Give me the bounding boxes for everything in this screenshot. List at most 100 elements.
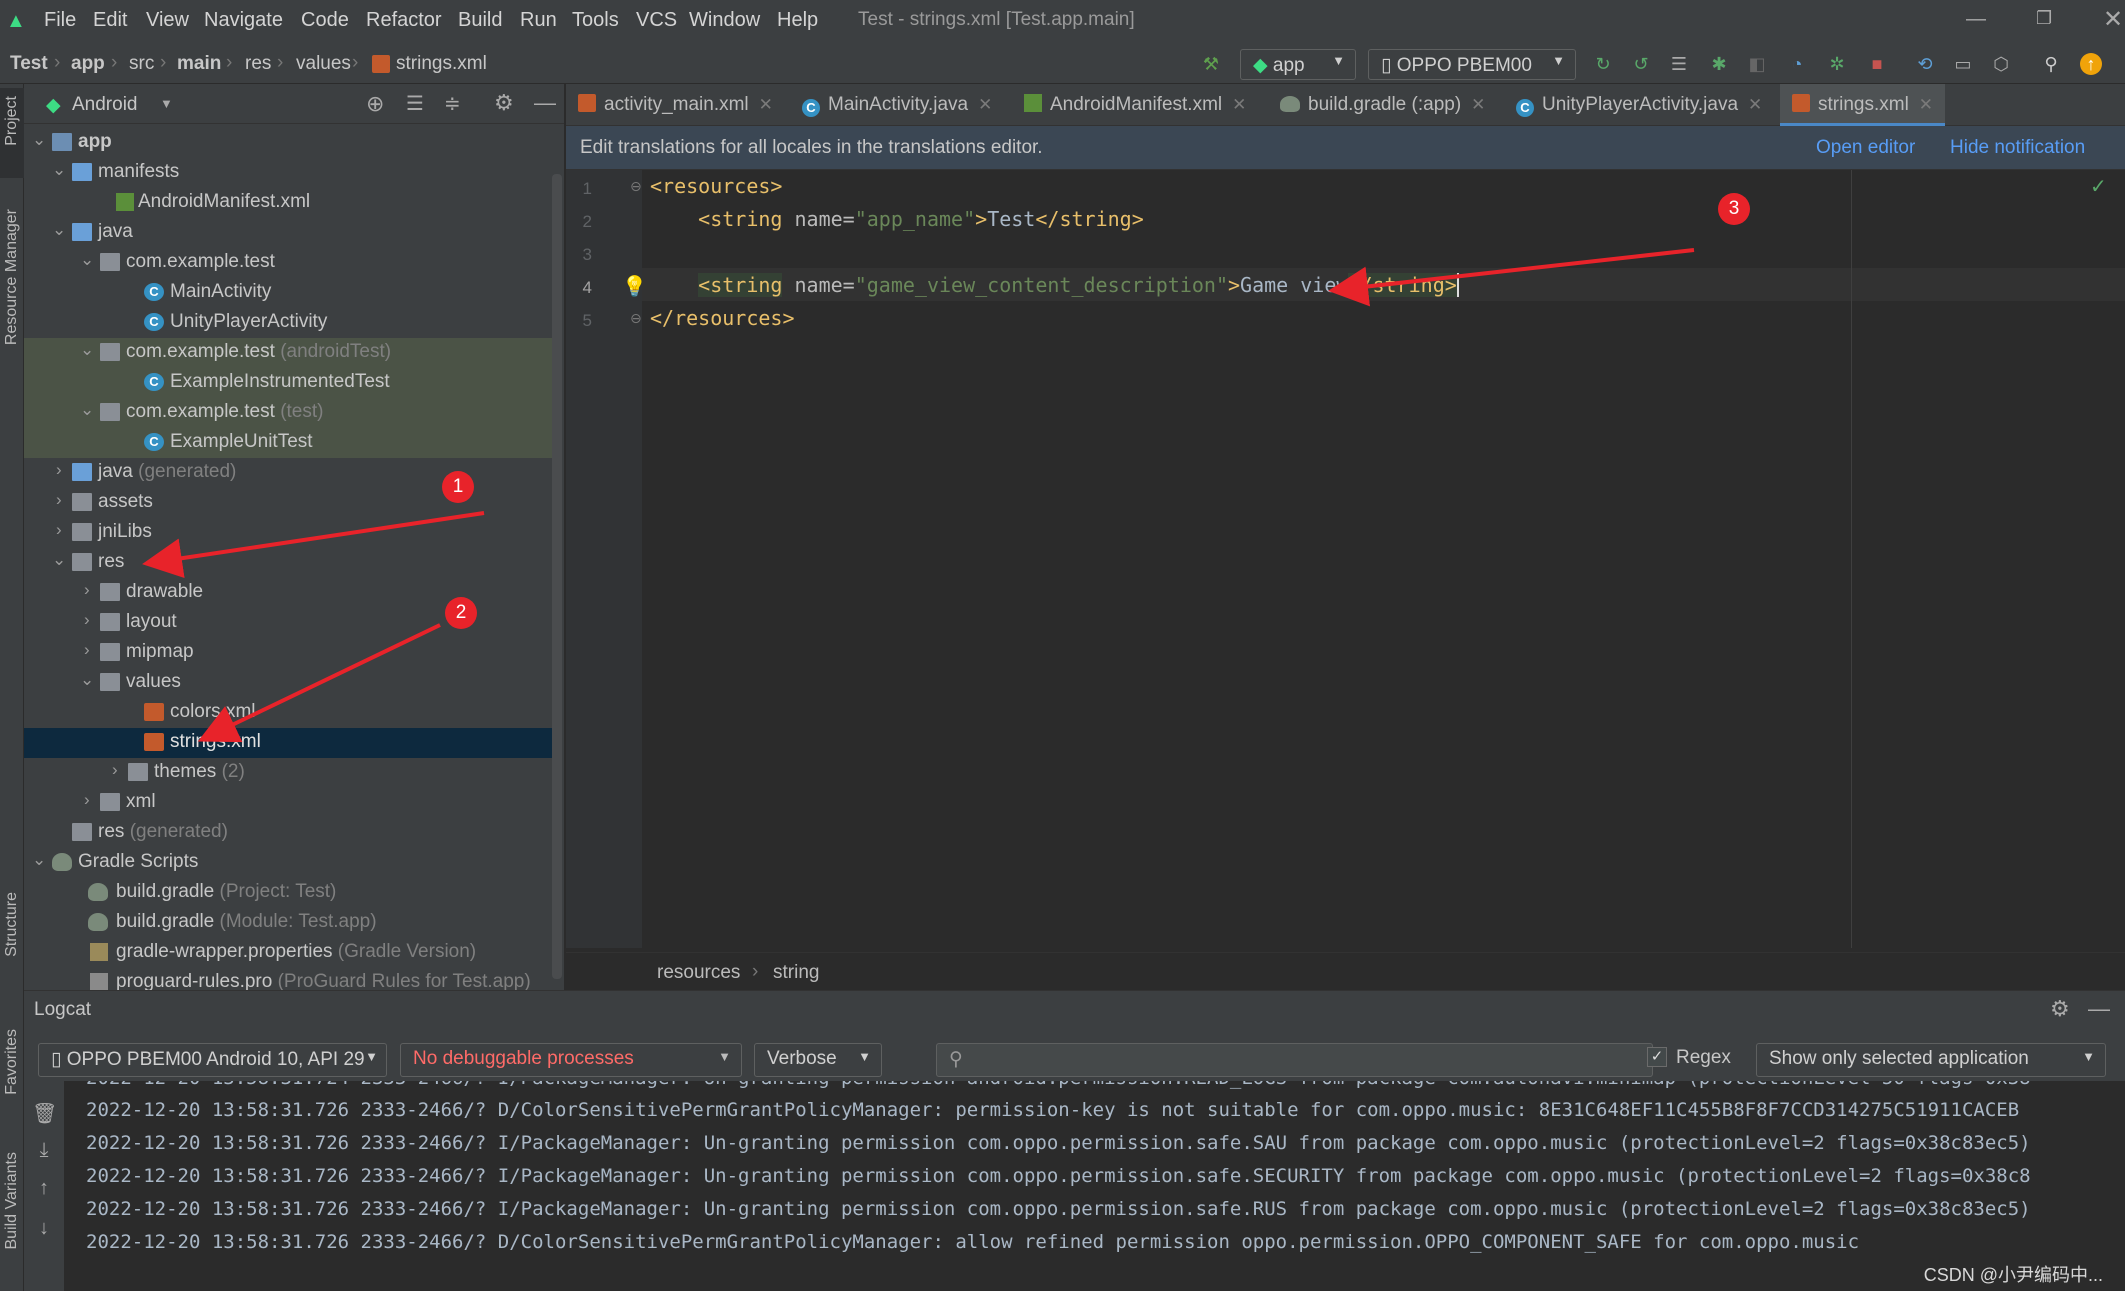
trash-icon[interactable]: 🗑 bbox=[32, 1101, 57, 1125]
fold-icon[interactable]: ⊖ bbox=[630, 178, 642, 195]
breadcrumb-resources[interactable]: resources bbox=[657, 962, 740, 984]
minimize-icon[interactable]: — bbox=[1966, 8, 1986, 31]
process-select[interactable]: No debuggable processes ▼ bbox=[400, 1043, 742, 1077]
chevron-right-icon[interactable]: › bbox=[56, 490, 70, 510]
menu-refactor[interactable]: Refactor bbox=[366, 9, 442, 32]
breadcrumb-string[interactable]: string bbox=[773, 962, 819, 984]
log-level-select[interactable]: Verbose ▼ bbox=[754, 1043, 882, 1077]
chevron-right-icon[interactable]: › bbox=[84, 790, 98, 810]
profiler-icon[interactable]: ◔ bbox=[1786, 53, 1808, 75]
menu-edit[interactable]: Edit bbox=[93, 9, 127, 32]
structure-tool-button[interactable]: Structure bbox=[3, 892, 21, 957]
tree-item-values[interactable]: ⌄ values bbox=[24, 668, 552, 698]
tree-item-androidmanifest[interactable]: AndroidManifest.xml bbox=[24, 188, 552, 218]
chevron-right-icon[interactable]: › bbox=[84, 640, 98, 660]
regex-checkbox[interactable]: ✓ bbox=[1647, 1047, 1667, 1067]
fold-icon[interactable]: ⊖ bbox=[630, 310, 642, 327]
tree-item-java[interactable]: ⌄ java bbox=[24, 218, 552, 248]
favorites-tool-button[interactable]: Favorites bbox=[3, 1029, 21, 1095]
menu-file[interactable]: File bbox=[44, 9, 76, 32]
coverage-icon[interactable]: ◧ bbox=[1746, 53, 1768, 75]
close-tab-icon[interactable]: ✕ bbox=[978, 95, 992, 114]
minimize-panel-icon[interactable]: — bbox=[2088, 996, 2110, 1022]
search-icon[interactable]: ⚲ bbox=[2040, 53, 2062, 75]
close-tab-icon[interactable]: ✕ bbox=[1919, 95, 1933, 114]
gear-icon[interactable]: ⚙ bbox=[2050, 996, 2070, 1022]
apply-code-changes-icon[interactable]: ↺ bbox=[1630, 53, 1652, 75]
attach-debugger-icon[interactable]: ✲ bbox=[1826, 53, 1848, 75]
arrow-down-icon[interactable]: ↓ bbox=[32, 1217, 56, 1241]
tab-strings-xml[interactable]: strings.xml ✕ bbox=[1780, 84, 1946, 126]
tree-item-jnilibs[interactable]: › jniLibs bbox=[24, 518, 552, 548]
tree-item-res-generated[interactable]: res (generated) bbox=[24, 818, 552, 848]
view-mode-select[interactable]: Android bbox=[72, 94, 138, 116]
hammer-build-icon[interactable]: ⚒ bbox=[1200, 53, 1222, 75]
chevron-right-icon[interactable]: › bbox=[84, 580, 98, 600]
avd-manager-icon[interactable]: ▭ bbox=[1952, 53, 1974, 75]
breadcrumb-main[interactable]: main bbox=[177, 53, 221, 75]
tab-build-gradle-app[interactable]: build.gradle (:app) ✕ bbox=[1280, 84, 1485, 126]
scroll-to-end-icon[interactable]: ⤓ bbox=[32, 1139, 56, 1163]
menu-build[interactable]: Build bbox=[458, 9, 502, 32]
project-scrollbar[interactable] bbox=[552, 174, 562, 979]
chevron-down-icon[interactable]: ⌄ bbox=[80, 340, 94, 360]
tree-item-gradle-scripts[interactable]: ⌄ Gradle Scripts bbox=[24, 848, 552, 878]
debug-icon[interactable]: ✱ bbox=[1708, 53, 1730, 75]
tree-item-package-androidtest[interactable]: ⌄ com.example.test (androidTest) bbox=[24, 338, 552, 368]
chevron-right-icon[interactable]: › bbox=[56, 460, 70, 480]
locate-icon[interactable]: ⊕ bbox=[366, 91, 384, 117]
chevron-right-icon[interactable]: › bbox=[84, 610, 98, 630]
chevron-down-icon[interactable]: ⌄ bbox=[52, 220, 66, 240]
tree-item-unityplayeractivity[interactable]: C UnityPlayerActivity bbox=[24, 308, 552, 338]
code-editor[interactable]: <resources> <string name="app_name">Test… bbox=[642, 170, 2125, 948]
chevron-right-icon[interactable]: › bbox=[112, 760, 126, 780]
tree-item-strings-xml[interactable]: strings.xml bbox=[24, 728, 552, 758]
menu-vcs[interactable]: VCS bbox=[636, 9, 677, 32]
chevron-down-icon[interactable]: ⌄ bbox=[52, 160, 66, 180]
apply-changes-icon[interactable]: ↻ bbox=[1592, 53, 1614, 75]
resource-manager-tool-button[interactable]: Resource Manager bbox=[3, 209, 21, 345]
logcat-device-select[interactable]: ▯ OPPO PBEM00 Android 10, API 29 ▼ bbox=[38, 1043, 387, 1077]
gear-icon[interactable]: ⚙ bbox=[494, 90, 514, 116]
breadcrumb-app[interactable]: app bbox=[71, 53, 105, 75]
update-icon[interactable]: ↑ bbox=[2080, 53, 2102, 75]
tree-item-build-gradle-project[interactable]: build.gradle (Project: Test) bbox=[24, 878, 552, 908]
chevron-down-icon[interactable]: ▼ bbox=[160, 96, 173, 111]
menu-run[interactable]: Run bbox=[520, 9, 557, 32]
run-list-icon[interactable]: ☰ bbox=[1668, 53, 1690, 75]
menu-window[interactable]: Window bbox=[689, 9, 760, 32]
tree-item-mipmap[interactable]: › mipmap bbox=[24, 638, 552, 668]
chevron-down-icon[interactable]: ⌄ bbox=[52, 550, 66, 570]
tree-item-res[interactable]: ⌄ res bbox=[24, 548, 552, 578]
menu-navigate[interactable]: Navigate bbox=[204, 9, 283, 32]
project-tool-button[interactable]: Project bbox=[0, 88, 24, 178]
stop-icon[interactable]: ■ bbox=[1866, 53, 1888, 75]
chevron-down-icon[interactable]: ⌄ bbox=[32, 130, 46, 150]
close-tab-icon[interactable]: ✕ bbox=[759, 95, 773, 114]
menu-tools[interactable]: Tools bbox=[572, 9, 619, 32]
breadcrumb-values[interactable]: values bbox=[296, 53, 351, 75]
breadcrumb-strings-xml[interactable]: strings.xml bbox=[396, 53, 487, 75]
breadcrumb-src[interactable]: src bbox=[129, 53, 154, 75]
chevron-down-icon[interactable]: ⌄ bbox=[80, 670, 94, 690]
chevron-down-icon[interactable]: ⌄ bbox=[80, 400, 94, 420]
tree-item-manifests[interactable]: ⌄ manifests bbox=[24, 158, 552, 188]
collapse-all-icon[interactable]: ≑ bbox=[444, 91, 461, 116]
run-config-select[interactable]: ◆ app ▼ bbox=[1240, 49, 1356, 80]
sync-gradle-icon[interactable]: ⟲ bbox=[1914, 53, 1936, 75]
tab-activity-main-xml[interactable]: activity_main.xml ✕ bbox=[578, 84, 773, 126]
close-tab-icon[interactable]: ✕ bbox=[1232, 95, 1246, 114]
menu-view[interactable]: View bbox=[146, 9, 189, 32]
chevron-down-icon[interactable]: ⌄ bbox=[32, 850, 46, 870]
sdk-manager-icon[interactable]: ⬡ bbox=[1990, 53, 2012, 75]
tree-item-colors-xml[interactable]: colors.xml bbox=[24, 698, 552, 728]
chevron-down-icon[interactable]: ⌄ bbox=[80, 250, 94, 270]
close-icon[interactable]: ✕ bbox=[2103, 5, 2123, 34]
breadcrumb-project[interactable]: Test bbox=[10, 53, 48, 75]
expand-all-icon[interactable]: ☰ bbox=[406, 91, 424, 116]
logcat-filter-select[interactable]: Show only selected application ▼ bbox=[1756, 1043, 2106, 1077]
device-select[interactable]: ▯ OPPO PBEM00 ▼ bbox=[1368, 49, 1576, 80]
tree-item-package[interactable]: ⌄ com.example.test bbox=[24, 248, 552, 278]
tree-item-gradle-wrapper[interactable]: gradle-wrapper.properties (Gradle Versio… bbox=[24, 938, 552, 968]
arrow-up-icon[interactable]: ↑ bbox=[32, 1177, 56, 1201]
